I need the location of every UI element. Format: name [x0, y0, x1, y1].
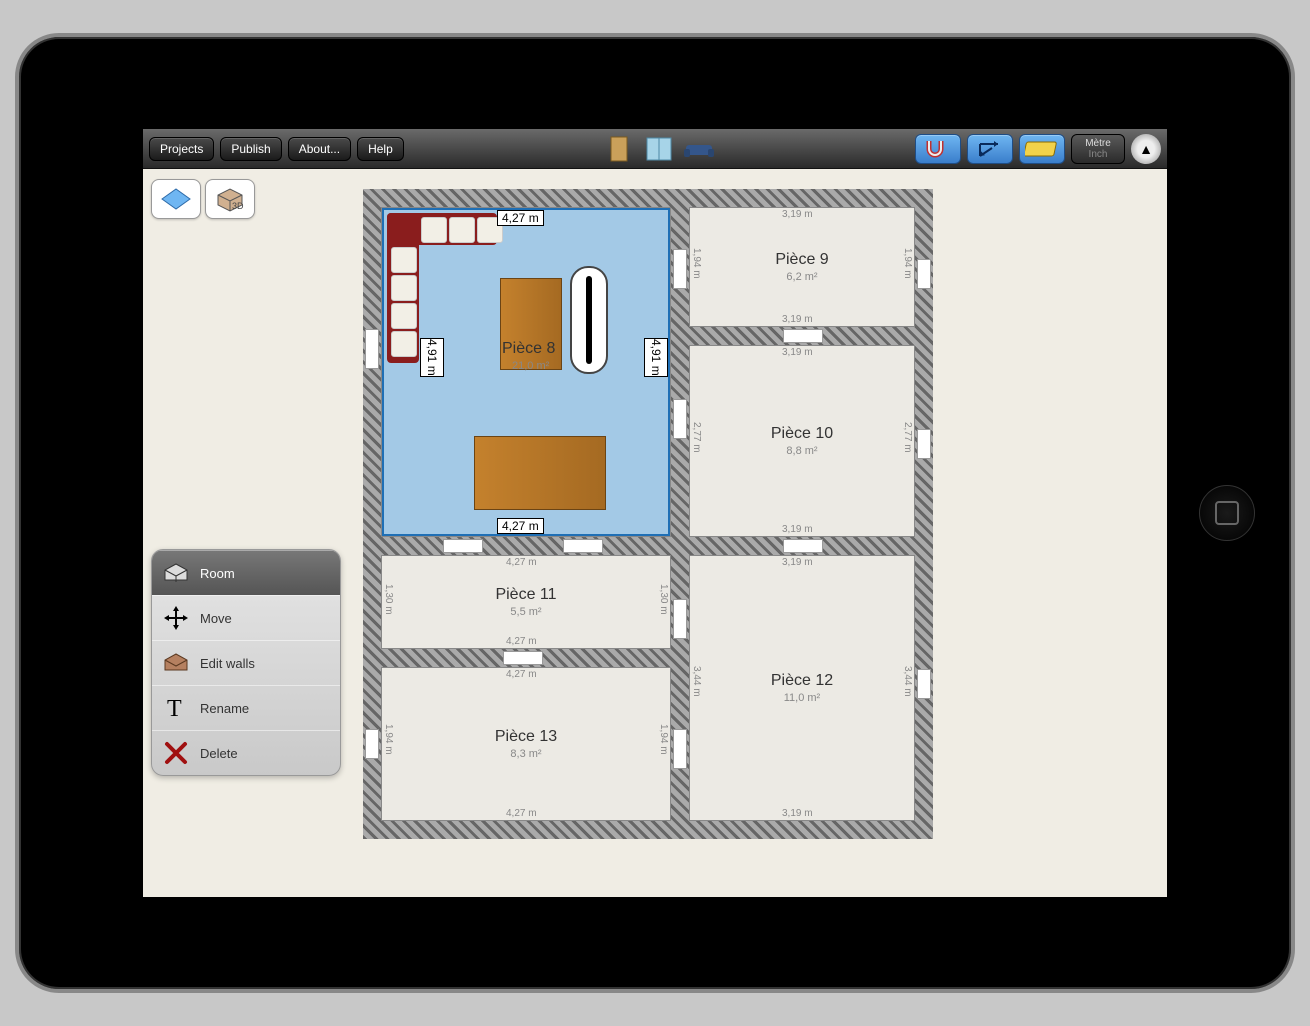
- ctx-edit-walls-label: Edit walls: [200, 656, 255, 671]
- dim-bottom: 4,27 m: [497, 518, 544, 534]
- view-2d-button[interactable]: [151, 179, 201, 219]
- room-icon: [162, 559, 190, 587]
- compass-icon[interactable]: ▲: [1131, 134, 1161, 164]
- room-area: 8,8 m²: [786, 445, 817, 457]
- window-opening[interactable]: [917, 669, 931, 699]
- dim-top: 3,19 m: [782, 209, 813, 220]
- dim-top: 3,19 m: [782, 557, 813, 568]
- door-opening[interactable]: [503, 651, 543, 665]
- window-opening[interactable]: [365, 729, 379, 759]
- room-11[interactable]: Pièce 11 5,5 m² 4,27 m 4,27 m 1,30 m 1,3…: [381, 555, 671, 649]
- dim-left: 4,91 m: [420, 338, 444, 377]
- door-opening[interactable]: [783, 329, 823, 343]
- dim-bottom: 3,19 m: [782, 808, 813, 819]
- ctx-rename[interactable]: T Rename: [152, 685, 340, 730]
- text-icon: T: [162, 694, 190, 722]
- room-area: 5,5 m²: [510, 606, 541, 618]
- room-area: 8,3 m²: [510, 748, 541, 760]
- dim-top: 4,27 m: [506, 557, 537, 568]
- dim-right: 3,44 m: [902, 666, 913, 697]
- dim-bottom: 3,19 m: [782, 314, 813, 325]
- ctx-room[interactable]: Room: [152, 550, 340, 595]
- window-opening[interactable]: [917, 429, 931, 459]
- room-9[interactable]: Pièce 9 6,2 m² 3,19 m 3,19 m 1,94 m 1,94…: [689, 207, 915, 327]
- view-mode-toggles: 3D: [151, 179, 255, 219]
- publish-button[interactable]: Publish: [220, 137, 281, 161]
- snap-toggle-icon[interactable]: [915, 134, 961, 164]
- door-tool-icon[interactable]: [602, 135, 636, 163]
- svg-text:T: T: [167, 696, 182, 720]
- door-opening[interactable]: [673, 399, 687, 439]
- dim-right: 2,77 m: [902, 422, 913, 453]
- units-toggle[interactable]: Mètre Inch: [1071, 134, 1125, 164]
- window-opening[interactable]: [917, 259, 931, 289]
- dim-right: 4,91 m: [644, 338, 668, 377]
- ctx-rename-label: Rename: [200, 701, 249, 716]
- room-12[interactable]: Pièce 12 11,0 m² 3,19 m 3,19 m 3,44 m 3,…: [689, 555, 915, 821]
- room-name: Pièce 9: [775, 251, 828, 269]
- home-button[interactable]: [1199, 485, 1255, 541]
- room-name: Pièce 10: [771, 425, 833, 443]
- ctx-edit-walls[interactable]: Edit walls: [152, 640, 340, 685]
- room-13[interactable]: Pièce 13 8,3 m² 4,27 m 4,27 m 1,94 m 1,9…: [381, 667, 671, 821]
- dim-left: 1,94 m: [383, 724, 394, 755]
- door-opening[interactable]: [443, 539, 483, 553]
- app-screen: Projects Publish About... Help: [143, 129, 1167, 897]
- room-name: Pièce 11: [495, 586, 556, 604]
- room-area: 11,0 m²: [784, 692, 820, 704]
- furniture-tool-icon[interactable]: [682, 135, 716, 163]
- door-opening[interactable]: [673, 249, 687, 289]
- dim-left: 1,94 m: [691, 248, 702, 279]
- label-toggle-icon[interactable]: [1019, 134, 1065, 164]
- dim-top: 4,27 m: [497, 210, 544, 226]
- dim-right: 1,94 m: [902, 248, 913, 279]
- ctx-delete-label: Delete: [200, 746, 238, 761]
- dim-left: 2,77 m: [691, 422, 702, 453]
- room-10[interactable]: Pièce 10 8,8 m² 3,19 m 3,19 m 2,77 m 2,7…: [689, 345, 915, 537]
- measure-toggle-icon[interactable]: [967, 134, 1013, 164]
- unit-imperial-label: Inch: [1089, 149, 1108, 160]
- dim-bottom: 3,19 m: [782, 524, 813, 535]
- rug-furniture[interactable]: [570, 266, 608, 374]
- dim-left: 3,44 m: [691, 666, 702, 697]
- move-icon: [162, 604, 190, 632]
- ctx-room-label: Room: [200, 566, 235, 581]
- wall-icon: [162, 649, 190, 677]
- tablet-frame: Projects Publish About... Help: [15, 33, 1295, 993]
- room-area: 6,2 m²: [786, 271, 817, 283]
- dim-right: 1,94 m: [658, 724, 669, 755]
- dim-left: 1,30 m: [383, 584, 394, 615]
- dim-bottom: 4,27 m: [506, 636, 537, 647]
- window-tool-icon[interactable]: [642, 135, 676, 163]
- window-opening[interactable]: [365, 329, 379, 369]
- dim-right: 1,30 m: [658, 584, 669, 615]
- dim-top: 3,19 m: [782, 347, 813, 358]
- door-opening[interactable]: [673, 729, 687, 769]
- room-name: Pièce 13: [495, 728, 557, 746]
- view-3d-button[interactable]: 3D: [205, 179, 255, 219]
- dim-bottom: 4,27 m: [506, 808, 537, 819]
- door-opening[interactable]: [783, 539, 823, 553]
- door-opening[interactable]: [563, 539, 603, 553]
- unit-metric-label: Mètre: [1085, 138, 1111, 149]
- ctx-move-label: Move: [200, 611, 232, 626]
- table-furniture[interactable]: [474, 436, 606, 510]
- about-button[interactable]: About...: [288, 137, 351, 161]
- projects-button[interactable]: Projects: [149, 137, 214, 161]
- floorplan-canvas[interactable]: Pièce 8 21,0 m² 4,27 m 4,27 m 4,91 m 4,9…: [363, 189, 933, 839]
- room-8[interactable]: Pièce 8 21,0 m² 4,27 m 4,27 m 4,91 m 4,9…: [381, 207, 671, 537]
- room-name: Pièce 12: [771, 672, 833, 690]
- delete-icon: [162, 739, 190, 767]
- room-context-menu: Room Move Edit walls T Rename: [151, 549, 341, 776]
- dim-top: 4,27 m: [506, 669, 537, 680]
- room-area: 21,0 m²: [512, 360, 549, 372]
- ctx-delete[interactable]: Delete: [152, 730, 340, 775]
- ctx-move[interactable]: Move: [152, 595, 340, 640]
- door-opening[interactable]: [673, 599, 687, 639]
- help-button[interactable]: Help: [357, 137, 404, 161]
- room-name: Pièce 8: [502, 340, 555, 358]
- top-toolbar: Projects Publish About... Help: [143, 129, 1167, 169]
- svg-text:3D: 3D: [232, 201, 244, 211]
